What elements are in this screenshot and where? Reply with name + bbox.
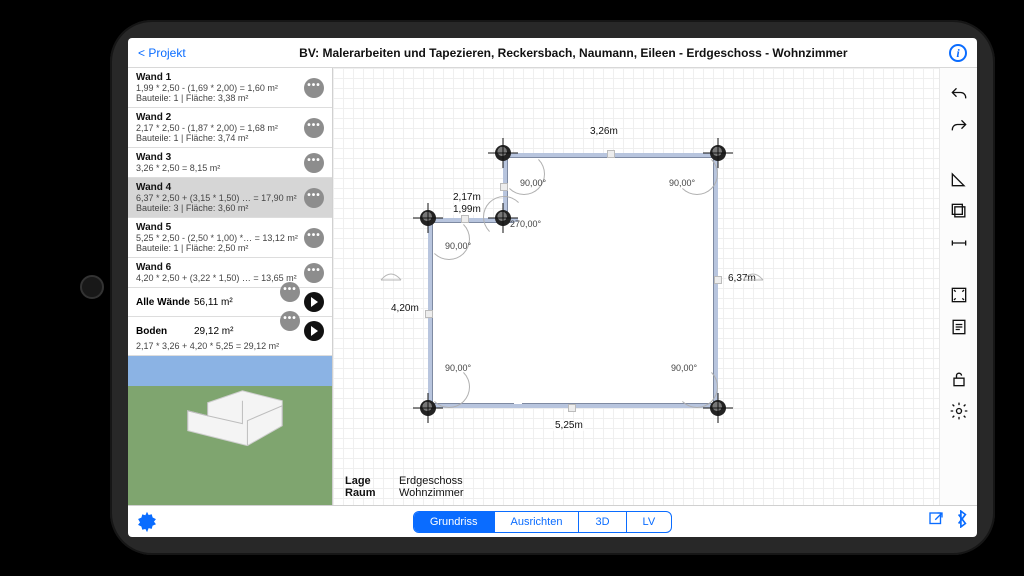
summary-all-walls[interactable]: Alle Wände 56,11 m² ••• xyxy=(128,288,332,317)
wall-name: Wand 4 xyxy=(136,182,324,193)
tablet-frame: < Projekt BV: Malerarbeiten und Tapezier… xyxy=(110,20,995,555)
wall-calc: 3,26 * 2,50 = 8,15 m² xyxy=(136,163,324,173)
notes-button[interactable] xyxy=(948,316,970,338)
page-title: BV: Malerarbeiten und Tapezieren, Recker… xyxy=(198,46,949,60)
wall-calc: 5,25 * 2,50 - (2,50 * 1,00) *… = 13,12 m… xyxy=(136,233,324,243)
play-icon[interactable] xyxy=(304,321,324,341)
tab-ausrichten[interactable]: Ausrichten xyxy=(495,512,580,532)
angle-label: 90,00° xyxy=(520,178,546,188)
wall-row[interactable]: Wand 55,25 * 2,50 - (2,50 * 1,00) *… = 1… xyxy=(128,218,332,258)
wall-calc: 2,17 * 2,50 - (1,87 * 2,00) = 1,68 m² xyxy=(136,123,324,133)
summary-value: 29,12 m² xyxy=(194,326,280,337)
wall-name: Wand 3 xyxy=(136,152,324,163)
wall-sub: Bauteile: 1 | Fläche: 3,38 m² xyxy=(136,93,324,103)
midpoint-handle[interactable] xyxy=(425,310,433,318)
door-icon xyxy=(379,268,403,282)
summary-floor[interactable]: Boden 29,12 m² ••• 2,17 * 3,26 + 4,20 * … xyxy=(128,317,332,356)
bluetooth-icon[interactable] xyxy=(955,510,969,533)
plan-meta: Lage Erdgeschoss Raum Wohnzimmer xyxy=(345,475,464,499)
midpoint-handle[interactable] xyxy=(607,150,615,158)
wall-row[interactable]: Wand 46,37 * 2,50 + (3,15 * 1,50) … = 17… xyxy=(128,178,332,218)
meta-value: Wohnzimmer xyxy=(399,487,464,499)
more-icon[interactable]: ••• xyxy=(304,263,324,283)
wall-row[interactable]: Wand 64,20 * 2,50 + (3,22 * 1,50) … = 13… xyxy=(128,258,332,288)
angle-label: 90,00° xyxy=(445,363,471,373)
tab-lv[interactable]: LV xyxy=(627,512,672,532)
dim-label: 4,20m xyxy=(389,303,421,314)
more-icon[interactable]: ••• xyxy=(304,228,324,248)
wall-name: Wand 6 xyxy=(136,262,324,273)
midpoint-handle[interactable] xyxy=(500,183,508,191)
more-icon[interactable]: ••• xyxy=(304,118,324,138)
measure-button[interactable] xyxy=(948,232,970,254)
more-icon[interactable]: ••• xyxy=(304,153,324,173)
dim-label: 1,99m xyxy=(451,204,483,215)
summary-value: 56,11 m² xyxy=(194,297,280,308)
dim-label: 3,26m xyxy=(588,126,620,137)
more-icon[interactable]: ••• xyxy=(304,78,324,98)
back-button[interactable]: < Projekt xyxy=(138,46,186,60)
settings-button[interactable] xyxy=(948,400,970,422)
wall-row[interactable]: Wand 22,17 * 2,50 - (1,87 * 2,00) = 1,68… xyxy=(128,108,332,148)
summary-detail: 2,17 * 3,26 + 4,20 * 5,25 = 29,12 m² xyxy=(136,341,324,351)
sidebar: Wand 11,99 * 2,50 - (1,69 * 2,00) = 1,60… xyxy=(128,68,333,505)
more-icon[interactable]: ••• xyxy=(280,282,300,302)
compose-icon[interactable] xyxy=(927,510,945,533)
footer: Grundriss Ausrichten 3D LV xyxy=(128,505,977,537)
gear-icon[interactable] xyxy=(136,511,158,533)
dim-label: 2,17m xyxy=(451,192,483,203)
wall-row[interactable]: Wand 11,99 * 2,50 - (1,69 * 2,00) = 1,60… xyxy=(128,68,332,108)
wall-name: Wand 5 xyxy=(136,222,324,233)
wall-calc: 4,20 * 2,50 + (3,22 * 1,50) … = 13,65 m² xyxy=(136,273,324,283)
info-icon[interactable]: i xyxy=(949,44,967,62)
midpoint-handle[interactable] xyxy=(714,276,722,284)
tab-3d[interactable]: 3D xyxy=(579,512,626,532)
wall-sub: Bauteile: 1 | Fläche: 2,50 m² xyxy=(136,243,324,253)
fit-view-button[interactable] xyxy=(948,284,970,306)
midpoint-handle[interactable] xyxy=(461,215,469,223)
more-icon[interactable]: ••• xyxy=(280,311,300,331)
wall-row[interactable]: Wand 33,26 * 2,50 = 8,15 m²••• xyxy=(128,148,332,178)
undo-button[interactable] xyxy=(948,84,970,106)
summary-label: Boden xyxy=(136,326,194,337)
vertex-handle[interactable] xyxy=(710,145,726,161)
angle-tool-button[interactable] xyxy=(948,168,970,190)
wall-calc: 1,99 * 2,50 - (1,69 * 2,00) = 1,60 m² xyxy=(136,83,324,93)
door-icon xyxy=(741,268,765,282)
tablet-home-button xyxy=(80,275,104,299)
meta-value: Erdgeschoss xyxy=(399,475,463,487)
wall-calc: 6,37 * 2,50 + (3,15 * 1,50) … = 17,90 m² xyxy=(136,193,324,203)
app-screen: < Projekt BV: Malerarbeiten und Tapezier… xyxy=(128,38,977,537)
wall-sub: Bauteile: 1 | Fläche: 3,74 m² xyxy=(136,133,324,143)
meta-label: Lage xyxy=(345,475,385,487)
wall-name: Wand 2 xyxy=(136,112,324,123)
header: < Projekt BV: Malerarbeiten und Tapezier… xyxy=(128,38,977,68)
tab-grundriss[interactable]: Grundriss xyxy=(414,512,495,532)
floorplan-canvas[interactable]: 90,00° 90,00° 90,00° 270,00° 90,00° 90,0… xyxy=(333,68,939,505)
play-icon[interactable] xyxy=(304,292,324,312)
more-icon[interactable]: ••• xyxy=(304,188,324,208)
angle-label: 90,00° xyxy=(445,241,471,251)
summary-label: Alle Wände xyxy=(136,297,194,308)
body: Wand 11,99 * 2,50 - (1,69 * 2,00) = 1,60… xyxy=(128,68,977,505)
wall-name: Wand 1 xyxy=(136,72,324,83)
preview-3d[interactable] xyxy=(128,356,332,505)
angle-label: 270,00° xyxy=(510,219,541,229)
vertex-handle[interactable] xyxy=(710,400,726,416)
lock-button[interactable] xyxy=(948,368,970,390)
angle-label: 90,00° xyxy=(671,363,697,373)
wall-list: Wand 11,99 * 2,50 - (1,69 * 2,00) = 1,60… xyxy=(128,68,332,288)
angle-label: 90,00° xyxy=(669,178,695,188)
midpoint-handle[interactable] xyxy=(568,404,576,412)
canvas-area: 90,00° 90,00° 90,00° 270,00° 90,00° 90,0… xyxy=(333,68,977,505)
vertex-handle[interactable] xyxy=(420,400,436,416)
wall-sub: Bauteile: 3 | Fläche: 3,60 m² xyxy=(136,203,324,213)
right-toolbar xyxy=(939,68,977,505)
view-segmented-control[interactable]: Grundriss Ausrichten 3D LV xyxy=(413,511,672,533)
dim-label: 5,25m xyxy=(553,420,585,431)
meta-label: Raum xyxy=(345,487,385,499)
redo-button[interactable] xyxy=(948,116,970,138)
copy-button[interactable] xyxy=(948,200,970,222)
